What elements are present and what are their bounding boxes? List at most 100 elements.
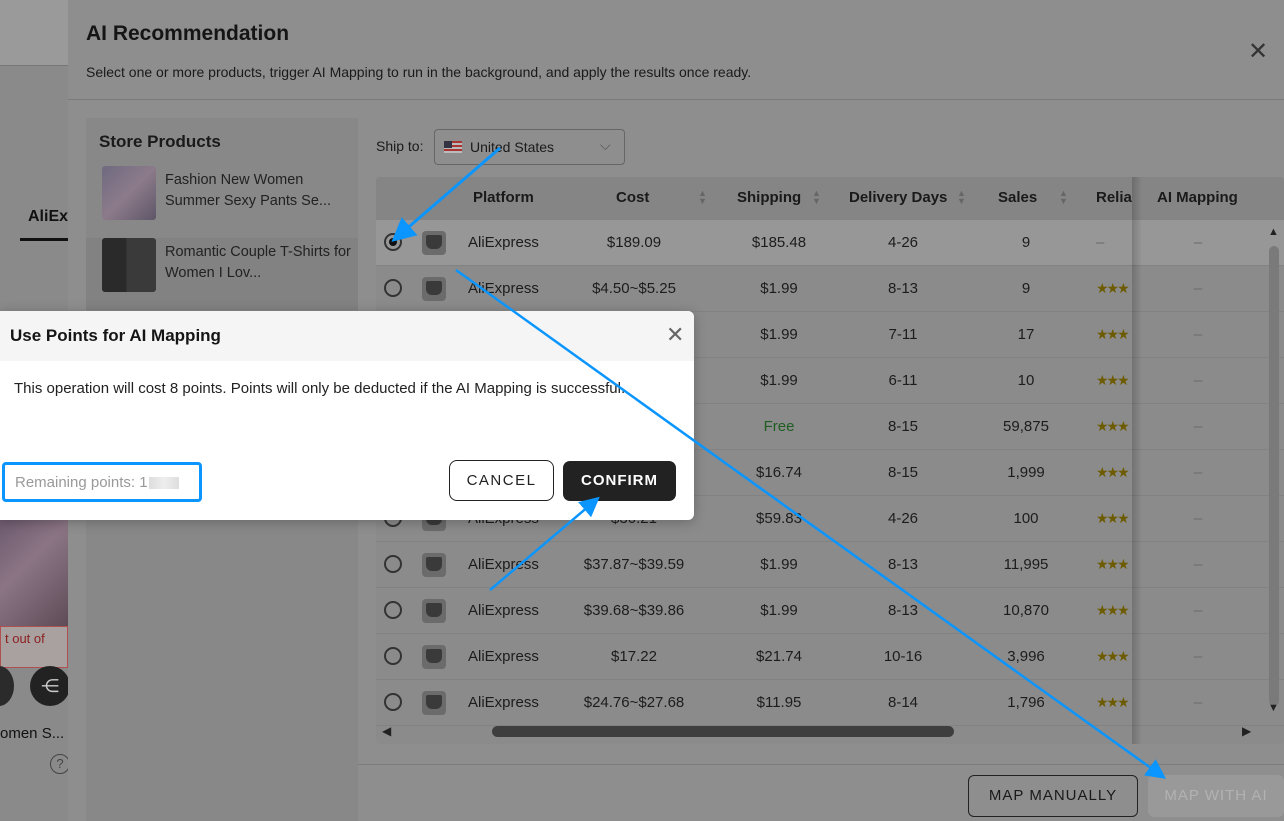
redacted-value: [148, 477, 179, 490]
horizontal-scrollbar[interactable]: ◀ ▶: [376, 722, 1256, 740]
us-flag-icon: [444, 141, 462, 153]
footer-divider: [358, 764, 1284, 765]
cell-ai: –: [1193, 372, 1203, 389]
row-radio-button[interactable]: [384, 647, 402, 665]
table-row[interactable]: AliExpress $37.87~$39.59 $1.99 8-13 11,995 – ★…: [376, 542, 1284, 588]
sort-icon[interactable]: ▲ ▼: [1059, 189, 1068, 206]
cell-shipping: $1.99: [760, 372, 798, 389]
cell-ai: –: [1193, 648, 1203, 665]
reliability-stars: ★★★: [1096, 648, 1130, 664]
cell-cost: $37.87~$39.59: [583, 556, 685, 573]
cell-platform: AliExpress: [468, 234, 539, 251]
cell-sales: 1,796: [1007, 694, 1045, 711]
store-product-name: Fashion New Women Summer Sexy Pants Se..…: [165, 172, 332, 209]
background-header: [0, 0, 68, 66]
background-product-label: omen S...: [0, 725, 65, 742]
cell-shipping: $1.99: [760, 280, 798, 297]
cell-shipping: $185.48: [751, 234, 807, 251]
table-row[interactable]: AliExpress $189.09 $185.48 4-26 9 – –: [376, 220, 1284, 266]
remaining-points-text: Remaining points: 1: [15, 474, 179, 491]
dialog-close-icon[interactable]: ✕: [666, 323, 684, 347]
vertical-scrollbar[interactable]: ▲ ▼: [1268, 222, 1280, 722]
cell-platform: AliExpress: [468, 648, 539, 665]
reliability-stars: ★★★: [1096, 372, 1130, 388]
cell-cost: $189.09: [606, 234, 662, 251]
store-product-item[interactable]: Fashion New Women Summer Sexy Pants Se..…: [86, 166, 358, 236]
table-row[interactable]: AliExpress $4.50~$5.25 $1.99 8-13 9 – ★★★: [376, 266, 1284, 312]
dialog-header: Use Points for AI Mapping ✕: [0, 311, 694, 361]
column-cost[interactable]: Cost: [616, 189, 649, 206]
cell-sales: 100: [1013, 510, 1039, 527]
cell-ai: –: [1193, 556, 1203, 573]
map-with-ai-button[interactable]: MAP WITH AI: [1148, 775, 1284, 817]
column-delivery-days[interactable]: Delivery Days: [849, 189, 947, 206]
background-out-of-stock-banner: t out of: [0, 626, 68, 668]
cell-platform: AliExpress: [468, 556, 539, 573]
cell-sales: 11,995: [1003, 556, 1049, 573]
row-radio-button[interactable]: [384, 693, 402, 711]
sort-icon[interactable]: ▲ ▼: [698, 189, 707, 206]
column-ai-mapping: AI Mapping: [1157, 189, 1238, 206]
modal-close-icon[interactable]: ✕: [1248, 40, 1268, 64]
scroll-right-icon[interactable]: ▶: [1242, 724, 1251, 738]
cell-shipping: $59.83: [756, 510, 802, 527]
cell-platform: AliExpress: [468, 602, 539, 619]
column-shipping[interactable]: Shipping: [737, 189, 801, 206]
row-radio-button[interactable]: [384, 601, 402, 619]
cell-cost: $4.50~$5.25: [592, 280, 676, 297]
cell-ai: –: [1193, 464, 1203, 481]
help-icon: ?: [50, 754, 70, 774]
cell-sales: 10: [1017, 372, 1035, 389]
cell-sales: 9: [1021, 234, 1031, 251]
cell-ai: –: [1193, 602, 1203, 619]
row-radio-button[interactable]: [384, 279, 402, 297]
cell-cost: $17.22: [611, 648, 657, 665]
table-row[interactable]: AliExpress $24.76~$27.68 $11.95 8-14 1,796 – ★…: [376, 680, 1284, 726]
remaining-points-label: Remaining points: 1: [15, 474, 148, 491]
table-row[interactable]: AliExpress $17.22 $21.74 10-16 3,996 – ★★★: [376, 634, 1284, 680]
confirm-button[interactable]: CONFIRM: [563, 461, 676, 501]
column-platform: Platform: [473, 189, 534, 206]
cell-shipping: $11.95: [756, 694, 802, 711]
cancel-button[interactable]: CANCEL: [449, 460, 554, 501]
product-thumbnail: [422, 553, 446, 577]
row-radio-button[interactable]: [384, 233, 402, 251]
modal-subtitle: Select one or more products, trigger AI …: [86, 64, 752, 80]
product-thumbnail: [422, 691, 446, 715]
reliability-stars: ★★★: [1096, 510, 1130, 526]
cell-ai: –: [1193, 234, 1203, 251]
dialog-message: This operation will cost 8 points. Point…: [14, 380, 626, 397]
column-sales[interactable]: Sales: [998, 189, 1037, 206]
scroll-up-icon[interactable]: ▲: [1268, 226, 1279, 238]
scrollbar-thumb[interactable]: [1269, 246, 1279, 706]
cell-ai: –: [1193, 694, 1203, 711]
modal-header: AI Recommendation Select one or more pro…: [68, 0, 1284, 100]
row-radio-button[interactable]: [384, 555, 402, 573]
background-tab-underline: [20, 238, 68, 241]
map-manually-button[interactable]: MAP MANUALLY: [968, 775, 1138, 817]
cell-sales: 17: [1017, 326, 1035, 343]
table-row[interactable]: AliExpress $39.68~$39.86 $1.99 8-13 10,870 – ★…: [376, 588, 1284, 634]
store-product-thumbnail: [102, 238, 156, 292]
sort-icon[interactable]: ▲ ▼: [812, 189, 821, 206]
reliability-stars: ★★★: [1096, 326, 1130, 342]
reliability-stars: ★★★: [1096, 602, 1130, 618]
scrollbar-thumb[interactable]: [492, 726, 954, 737]
cell-ai: –: [1193, 510, 1203, 527]
ship-to-select[interactable]: United States ⌵: [434, 129, 625, 165]
store-products-title: Store Products: [99, 132, 221, 151]
store-product-item-selected[interactable]: Romantic Couple T-Shirts for Women I Lov…: [86, 238, 358, 310]
cell-sales: 9: [1021, 280, 1031, 297]
cell-shipping: $1.99: [760, 556, 798, 573]
background-round-icon: [0, 666, 14, 706]
cell-ai: –: [1193, 280, 1203, 297]
product-thumbnail: [422, 231, 446, 255]
ship-to-value: United States: [470, 139, 555, 155]
cell-ai: –: [1193, 326, 1203, 343]
product-thumbnail: [422, 277, 446, 301]
cell-delivery: 8-13: [887, 280, 919, 297]
scroll-left-icon[interactable]: ◀: [382, 724, 391, 738]
cell-platform: AliExpress: [468, 694, 539, 711]
scroll-down-icon[interactable]: ▼: [1268, 702, 1279, 714]
sort-icon[interactable]: ▲ ▼: [957, 189, 966, 206]
